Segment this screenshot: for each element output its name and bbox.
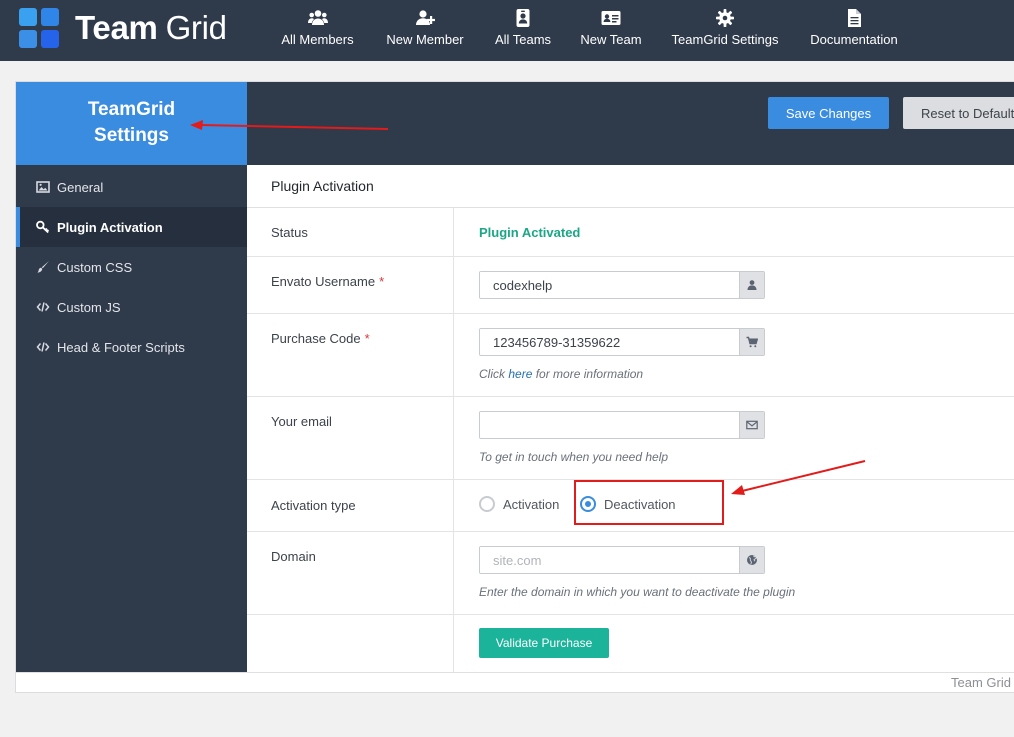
sidebar-item-label: Custom JS	[57, 299, 121, 315]
logo-grid-icon	[19, 7, 60, 49]
help-prefix: Click	[479, 367, 505, 381]
panel-title-line-1: TeamGrid	[87, 99, 176, 120]
nav-new-member[interactable]: New Member	[385, 0, 465, 61]
cart-icon	[739, 329, 764, 355]
sidebar-item-label: Head & Footer Scripts	[57, 339, 185, 355]
logo-word-grid: Grid	[165, 9, 227, 46]
purchase-code-help: Click here for more information	[479, 367, 643, 381]
teamgrid-logo[interactable]: Team Grid	[19, 7, 227, 49]
logo-word-team: Team	[75, 9, 158, 46]
key-icon	[36, 220, 50, 234]
validate-row: Validate Purchase	[247, 615, 1014, 672]
domain-input[interactable]	[480, 547, 739, 573]
email-field	[479, 411, 765, 439]
panel-header-bar: Save Changes Reset to Defaults	[247, 82, 1014, 165]
username-label: Envato Username *	[271, 274, 384, 289]
activation-type-label: Activation type	[271, 498, 356, 513]
validate-purchase-button[interactable]: Validate Purchase	[479, 628, 609, 658]
purchase-code-label-text: Purchase Code	[271, 331, 361, 346]
status-label: Status	[271, 225, 308, 240]
domain-field	[479, 546, 765, 574]
settings-content: Plugin Activation Status Plugin Activate…	[247, 165, 1014, 672]
gear-icon	[716, 9, 734, 27]
here-link[interactable]: here	[508, 367, 532, 381]
envelope-icon	[739, 412, 764, 438]
id-badge-icon	[516, 9, 530, 27]
nav-all-members[interactable]: All Members	[281, 0, 354, 61]
sidebar-item-plugin-activation[interactable]: Plugin Activation	[16, 207, 247, 247]
activation-radio[interactable]: Activation	[479, 496, 559, 512]
section-title: Plugin Activation	[247, 165, 1014, 208]
purchase-code-label: Purchase Code *	[271, 331, 370, 346]
required-mark: *	[379, 274, 385, 289]
domain-row: Domain Enter the domain in which you wan…	[247, 532, 1014, 615]
status-row: Status Plugin Activated	[247, 208, 1014, 257]
globe-icon	[739, 547, 764, 573]
envato-username-input[interactable]	[480, 272, 739, 298]
deactivation-highlight-box	[574, 480, 724, 525]
reset-to-defaults-button[interactable]: Reset to Defaults	[903, 97, 1014, 129]
id-card-icon	[601, 11, 621, 25]
nav-label: Documentation	[810, 32, 898, 47]
nav-label: New Team	[580, 32, 642, 47]
purchase-code-field	[479, 328, 765, 356]
top-navigation-bar: Team Grid All Members New Member All Team…	[0, 0, 1014, 61]
sidebar-item-label: Custom CSS	[57, 259, 133, 275]
email-help: To get in touch when you need help	[479, 450, 669, 464]
nav-new-team[interactable]: New Team	[580, 0, 642, 61]
panel-footer: Team Grid	[16, 672, 1014, 694]
email-row: Your email To get in touch when you need…	[247, 397, 1014, 480]
sidebar-item-head-footer-scripts[interactable]: Head & Footer Scripts	[16, 327, 247, 367]
code-icon	[36, 340, 50, 354]
user-plus-icon	[416, 10, 435, 25]
save-changes-button[interactable]: Save Changes	[768, 97, 889, 129]
users-icon	[307, 10, 328, 25]
document-icon	[848, 9, 861, 27]
username-row: Envato Username *	[247, 257, 1014, 314]
code-icon	[36, 300, 50, 314]
purchase-code-input[interactable]	[480, 329, 739, 355]
sidebar-item-label: Plugin Activation	[57, 219, 163, 235]
panel-title: TeamGrid Settings	[16, 82, 247, 165]
nav-label: All Teams	[494, 32, 552, 47]
settings-sidebar: General Plugin Activation Custom CSS Cus…	[16, 165, 247, 672]
settings-panel: TeamGrid Settings Save Changes Reset to …	[15, 81, 1014, 693]
email-input[interactable]	[480, 412, 739, 438]
image-icon	[36, 180, 50, 194]
sidebar-item-general[interactable]: General	[16, 167, 247, 207]
nav-label: All Members	[281, 32, 354, 47]
nav-teamgrid-settings[interactable]: TeamGrid Settings	[672, 0, 778, 61]
sidebar-item-label: General	[57, 179, 104, 195]
radio-circle	[479, 496, 495, 512]
panel-title-line-2: Settings	[94, 125, 169, 146]
sidebar-item-custom-css[interactable]: Custom CSS	[16, 247, 247, 287]
username-field	[479, 271, 765, 299]
nav-all-teams[interactable]: All Teams	[495, 0, 551, 61]
logo-text: Team Grid	[75, 8, 227, 48]
nav-label: TeamGrid Settings	[671, 32, 779, 47]
user-icon	[739, 272, 764, 298]
radio-label: Activation	[503, 496, 560, 512]
domain-label: Domain	[271, 549, 316, 564]
sidebar-item-custom-js[interactable]: Custom JS	[16, 287, 247, 327]
footer-text: Team Grid	[951, 675, 1011, 690]
brush-icon	[36, 260, 50, 274]
status-value: Plugin Activated	[479, 225, 581, 240]
username-label-text: Envato Username	[271, 274, 376, 289]
required-mark: *	[364, 331, 370, 346]
nav-label: New Member	[386, 32, 464, 47]
nav-documentation[interactable]: Documentation	[808, 0, 900, 61]
help-suffix: for more information	[535, 367, 644, 381]
email-label: Your email	[271, 414, 332, 429]
purchase-code-row: Purchase Code* Click here for more infor…	[247, 314, 1014, 397]
domain-help: Enter the domain in which you want to de…	[479, 585, 796, 599]
